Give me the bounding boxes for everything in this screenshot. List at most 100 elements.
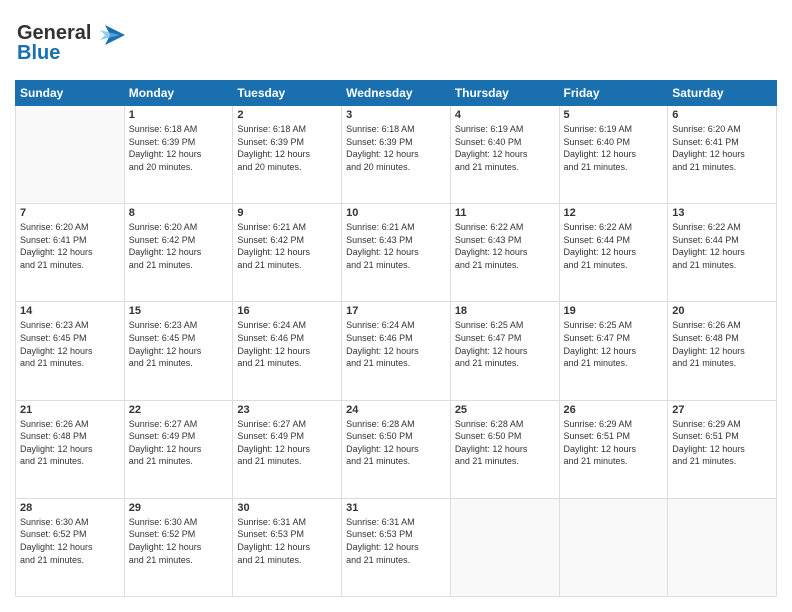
cal-cell: 5Sunrise: 6:19 AM Sunset: 6:40 PM Daylig… [559, 106, 668, 204]
col-header-wednesday: Wednesday [342, 81, 451, 106]
cal-cell: 10 Sunrise: 6:21 AM Sunset: 6:43 PM Dayli… [342, 204, 451, 302]
cal-cell: 16 Sunrise: 6:24 AM Sunset: 6:46 PM Dayli… [233, 302, 342, 400]
cell-info: Sunrise: 6:24 AM Sunset: 6:46 PM Dayligh… [346, 319, 446, 369]
week-row-0: 1 Sunrise: 6:18 AM Sunset: 6:39 PM Daylig… [16, 106, 777, 204]
day-number: 22 [129, 404, 229, 416]
col-header-thursday: Thursday [450, 81, 559, 106]
cal-cell: 30 Sunrise: 6:31 AM Sunset: 6:53 PM Dayli… [233, 498, 342, 596]
cell-info: Sunrise: 6:26 AM Sunset: 6:48 PM Dayligh… [20, 418, 120, 468]
cal-cell: 13 Sunrise: 6:22 AM Sunset: 6:44 PM Dayli… [668, 204, 777, 302]
day-number: 27 [672, 404, 772, 416]
svg-text:General: General [17, 22, 91, 44]
cal-cell: 23 Sunrise: 6:27 AM Sunset: 6:49 PM Dayli… [233, 400, 342, 498]
week-row-1: 7 Sunrise: 6:20 AM Sunset: 6:41 PM Daylig… [16, 204, 777, 302]
cal-cell: 28Sunrise: 6:30 AM Sunset: 6:52 PM Dayli… [16, 498, 125, 596]
cell-info: Sunrise: 6:28 AM Sunset: 6:50 PM Dayligh… [346, 418, 446, 468]
day-number: 3 [346, 109, 446, 121]
day-number: 24 [346, 404, 446, 416]
cal-cell: 15 Sunrise: 6:23 AM Sunset: 6:45 PM Dayli… [124, 302, 233, 400]
col-header-saturday: Saturday [668, 81, 777, 106]
cell-info: Sunrise: 6:21 AM Sunset: 6:43 PM Dayligh… [346, 221, 446, 271]
day-number: 14 [20, 305, 120, 317]
cell-info: Sunrise: 6:20 AM Sunset: 6:42 PM Dayligh… [129, 221, 229, 271]
col-header-monday: Monday [124, 81, 233, 106]
day-number: 2 [237, 109, 337, 121]
cell-info: Sunrise: 6:23 AM Sunset: 6:45 PM Dayligh… [20, 319, 120, 369]
day-number: 6 [672, 109, 772, 121]
cell-info: Sunrise: 6:27 AM Sunset: 6:49 PM Dayligh… [237, 418, 337, 468]
cell-info: Sunrise: 6:20 AM Sunset: 6:41 PM Dayligh… [672, 123, 772, 173]
cell-info: Sunrise: 6:21 AM Sunset: 6:42 PM Dayligh… [237, 221, 337, 271]
cell-info: Sunrise: 6:25 AM Sunset: 6:47 PM Dayligh… [564, 319, 664, 369]
day-number: 1 [129, 109, 229, 121]
cell-info: Sunrise: 6:20 AM Sunset: 6:41 PM Dayligh… [20, 221, 120, 271]
day-number: 23 [237, 404, 337, 416]
cell-info: Sunrise: 6:22 AM Sunset: 6:43 PM Dayligh… [455, 221, 555, 271]
cal-cell [668, 498, 777, 596]
cal-cell: 12 Sunrise: 6:22 AM Sunset: 6:44 PM Dayli… [559, 204, 668, 302]
cal-cell: 4 Sunrise: 6:19 AM Sunset: 6:40 PM Daylig… [450, 106, 559, 204]
cell-info: Sunrise: 6:22 AM Sunset: 6:44 PM Dayligh… [672, 221, 772, 271]
cal-cell: 9Sunrise: 6:21 AM Sunset: 6:42 PM Daylig… [233, 204, 342, 302]
logo-text: General Blue [15, 15, 125, 70]
cal-cell: 18Sunrise: 6:25 AM Sunset: 6:47 PM Dayli… [450, 302, 559, 400]
cal-cell: 2 Sunrise: 6:18 AM Sunset: 6:39 PM Daylig… [233, 106, 342, 204]
col-header-sunday: Sunday [16, 81, 125, 106]
cell-info: Sunrise: 6:27 AM Sunset: 6:49 PM Dayligh… [129, 418, 229, 468]
cell-info: Sunrise: 6:29 AM Sunset: 6:51 PM Dayligh… [672, 418, 772, 468]
day-number: 10 [346, 207, 446, 219]
cal-cell: 17 Sunrise: 6:24 AM Sunset: 6:46 PM Dayli… [342, 302, 451, 400]
cal-cell [16, 106, 125, 204]
cal-cell: 6 Sunrise: 6:20 AM Sunset: 6:41 PM Daylig… [668, 106, 777, 204]
col-header-tuesday: Tuesday [233, 81, 342, 106]
header: General Blue [15, 15, 777, 70]
week-row-3: 21Sunrise: 6:26 AM Sunset: 6:48 PM Dayli… [16, 400, 777, 498]
day-number: 25 [455, 404, 555, 416]
cal-cell: 24 Sunrise: 6:28 AM Sunset: 6:50 PM Dayli… [342, 400, 451, 498]
cell-info: Sunrise: 6:19 AM Sunset: 6:40 PM Dayligh… [455, 123, 555, 173]
day-number: 4 [455, 109, 555, 121]
cell-info: Sunrise: 6:24 AM Sunset: 6:46 PM Dayligh… [237, 319, 337, 369]
cell-info: Sunrise: 6:30 AM Sunset: 6:52 PM Dayligh… [20, 516, 120, 566]
col-header-friday: Friday [559, 81, 668, 106]
cell-info: Sunrise: 6:30 AM Sunset: 6:52 PM Dayligh… [129, 516, 229, 566]
cal-cell: 1Sunrise: 6:18 AM Sunset: 6:39 PM Daylig… [124, 106, 233, 204]
cell-info: Sunrise: 6:26 AM Sunset: 6:48 PM Dayligh… [672, 319, 772, 369]
day-number: 16 [237, 305, 337, 317]
day-number: 15 [129, 305, 229, 317]
day-number: 19 [564, 305, 664, 317]
cal-cell: 14 Sunrise: 6:23 AM Sunset: 6:45 PM Dayli… [16, 302, 125, 400]
cell-info: Sunrise: 6:22 AM Sunset: 6:44 PM Dayligh… [564, 221, 664, 271]
cal-cell: 31 Sunrise: 6:31 AM Sunset: 6:53 PM Dayli… [342, 498, 451, 596]
cell-info: Sunrise: 6:31 AM Sunset: 6:53 PM Dayligh… [346, 516, 446, 566]
cal-cell: 20 Sunrise: 6:26 AM Sunset: 6:48 PM Dayli… [668, 302, 777, 400]
calendar-table: SundayMondayTuesdayWednesdayThursdayFrid… [15, 80, 777, 597]
cal-cell: 11 Sunrise: 6:22 AM Sunset: 6:43 PM Dayli… [450, 204, 559, 302]
day-number: 30 [237, 502, 337, 514]
cal-cell: 22 Sunrise: 6:27 AM Sunset: 6:49 PM Dayli… [124, 400, 233, 498]
cell-info: Sunrise: 6:28 AM Sunset: 6:50 PM Dayligh… [455, 418, 555, 468]
day-number: 31 [346, 502, 446, 514]
cell-info: Sunrise: 6:31 AM Sunset: 6:53 PM Dayligh… [237, 516, 337, 566]
day-number: 20 [672, 305, 772, 317]
day-number: 13 [672, 207, 772, 219]
cal-cell: 3Sunrise: 6:18 AM Sunset: 6:39 PM Daylig… [342, 106, 451, 204]
week-row-2: 14 Sunrise: 6:23 AM Sunset: 6:45 PM Dayli… [16, 302, 777, 400]
day-number: 5 [564, 109, 664, 121]
week-row-4: 28Sunrise: 6:30 AM Sunset: 6:52 PM Dayli… [16, 498, 777, 596]
cal-cell: 21Sunrise: 6:26 AM Sunset: 6:48 PM Dayli… [16, 400, 125, 498]
cell-info: Sunrise: 6:23 AM Sunset: 6:45 PM Dayligh… [129, 319, 229, 369]
day-number: 12 [564, 207, 664, 219]
cal-cell: 27 Sunrise: 6:29 AM Sunset: 6:51 PM Dayli… [668, 400, 777, 498]
day-number: 7 [20, 207, 120, 219]
header-row: SundayMondayTuesdayWednesdayThursdayFrid… [16, 81, 777, 106]
cal-cell: 7 Sunrise: 6:20 AM Sunset: 6:41 PM Daylig… [16, 204, 125, 302]
day-number: 11 [455, 207, 555, 219]
cal-cell: 26Sunrise: 6:29 AM Sunset: 6:51 PM Dayli… [559, 400, 668, 498]
day-number: 17 [346, 305, 446, 317]
cell-info: Sunrise: 6:18 AM Sunset: 6:39 PM Dayligh… [237, 123, 337, 173]
logo: General Blue [15, 15, 125, 70]
cal-cell: 25 Sunrise: 6:28 AM Sunset: 6:50 PM Dayli… [450, 400, 559, 498]
cal-cell: 8Sunrise: 6:20 AM Sunset: 6:42 PM Daylig… [124, 204, 233, 302]
day-number: 18 [455, 305, 555, 317]
